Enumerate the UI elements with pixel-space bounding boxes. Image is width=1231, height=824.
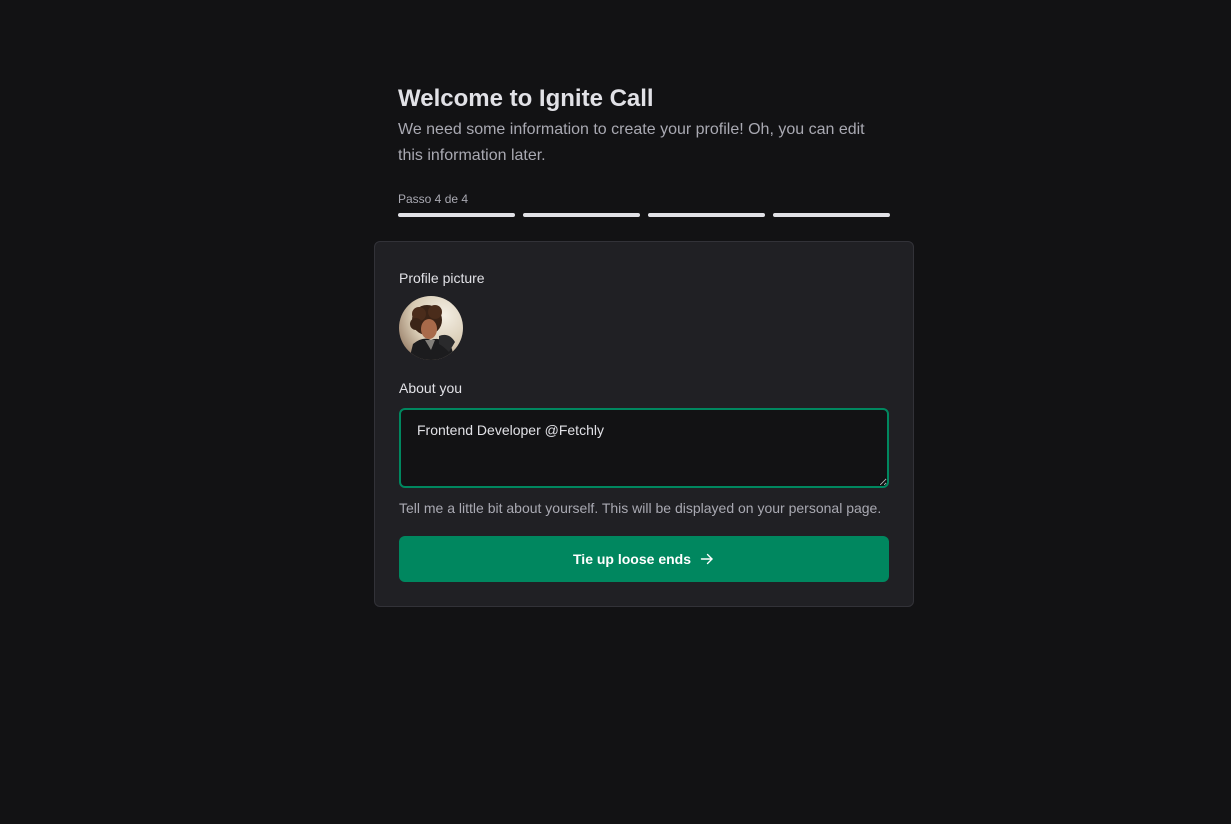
step-progress — [398, 213, 890, 217]
submit-button[interactable]: Tie up loose ends — [399, 536, 889, 582]
register-header: Welcome to Ignite Call We need some info… — [374, 84, 914, 217]
avatar — [399, 296, 463, 360]
about-textarea[interactable] — [399, 408, 889, 488]
register-container: Welcome to Ignite Call We need some info… — [374, 0, 914, 607]
about-hint: Tell me a little bit about yourself. Thi… — [399, 500, 882, 516]
profile-form-card: Profile picture About you Frontend Devel… — [374, 241, 914, 607]
step-bar-1 — [398, 213, 515, 217]
arrow-right-icon — [699, 551, 715, 567]
step-bar-3 — [648, 213, 765, 217]
profile-picture-label: Profile picture — [399, 270, 485, 286]
page-subtitle: We need some information to create your … — [398, 121, 865, 164]
step-indicator-label: Passo 4 de 4 — [398, 192, 469, 206]
step-bar-2 — [523, 213, 640, 217]
page-title: Welcome to Ignite Call — [398, 85, 654, 112]
submit-button-label: Tie up loose ends — [573, 551, 691, 567]
about-label: About you — [399, 380, 463, 396]
step-bar-4 — [773, 213, 890, 217]
